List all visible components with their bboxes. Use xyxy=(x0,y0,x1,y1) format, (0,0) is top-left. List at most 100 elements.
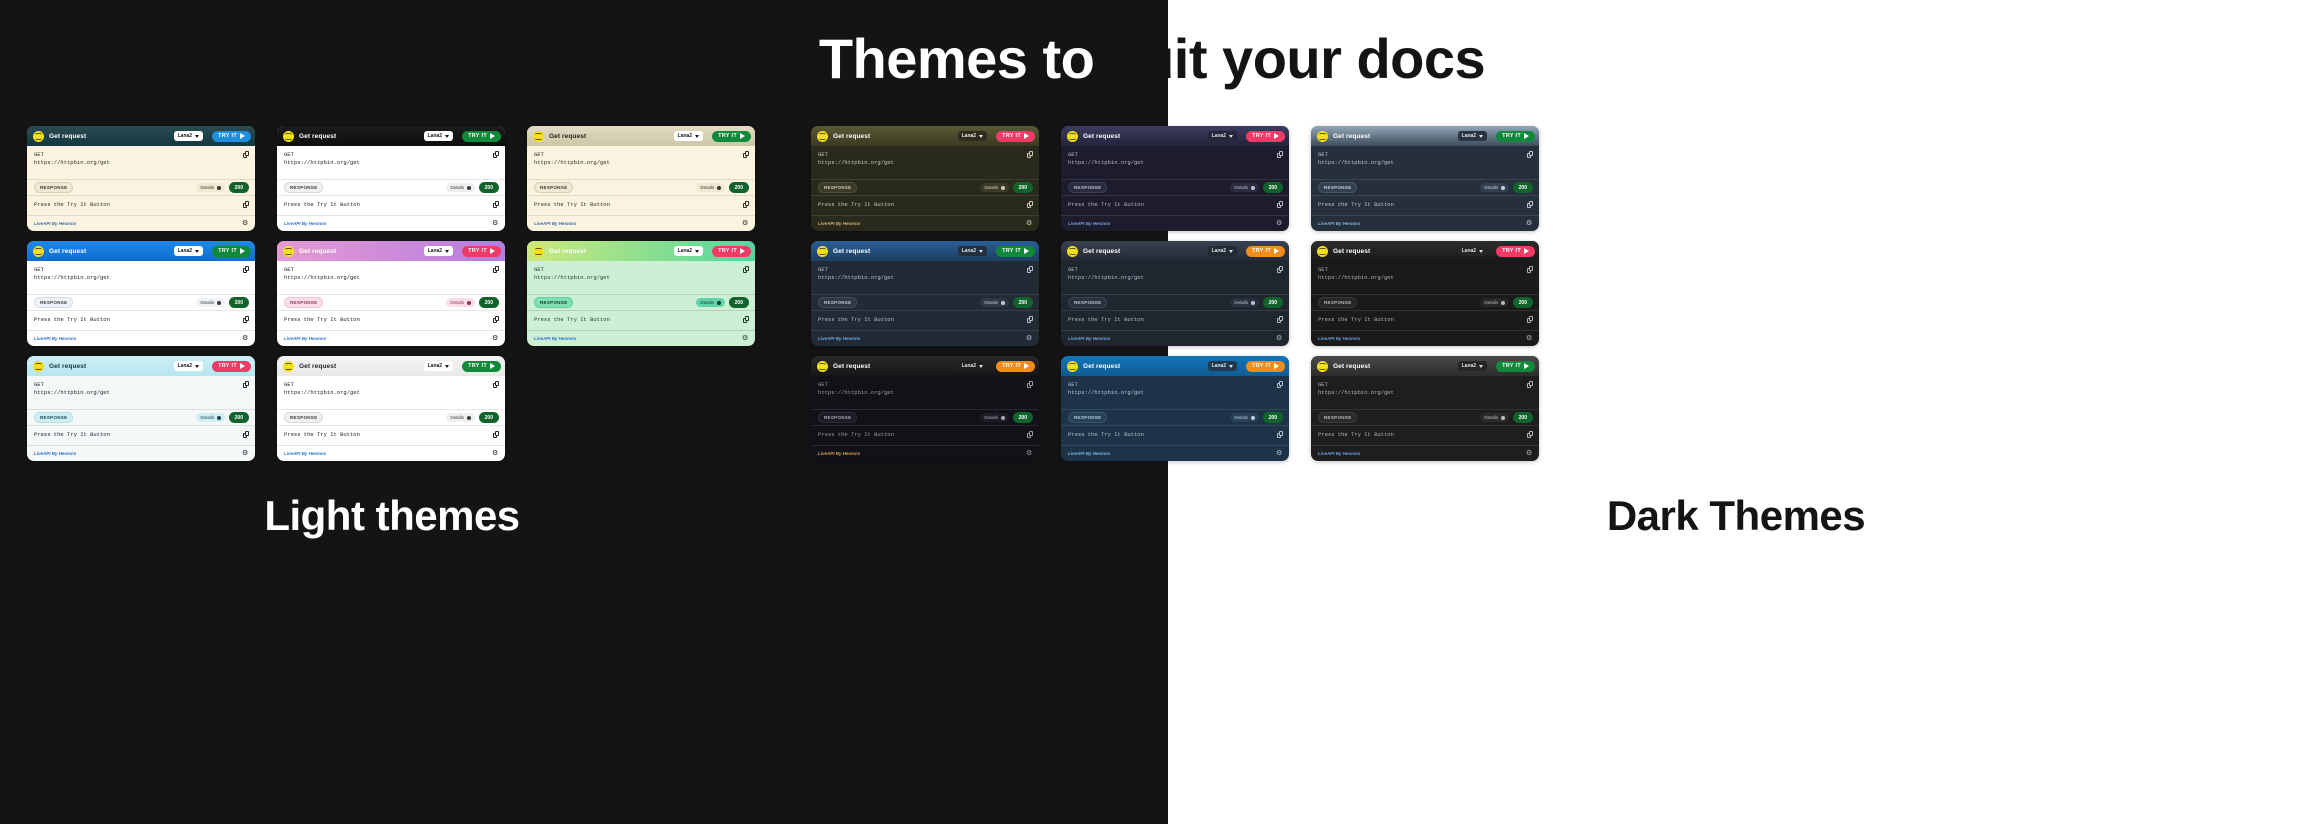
gear-icon[interactable]: ⚙ xyxy=(1526,335,1533,342)
copy-icon[interactable] xyxy=(1027,316,1033,323)
copy-icon[interactable] xyxy=(1027,201,1033,208)
details-button[interactable]: Details xyxy=(446,183,475,192)
copy-icon[interactable] xyxy=(243,266,249,273)
api-theme-card[interactable]: Get request Lana2 TRY IT GET https://httpbin… xyxy=(1311,126,1539,231)
footer-link[interactable]: LiveAPI By Hexmos xyxy=(818,221,860,226)
try-it-button[interactable]: TRY IT xyxy=(212,130,251,142)
copy-icon[interactable] xyxy=(743,201,749,208)
copy-icon[interactable] xyxy=(743,316,749,323)
api-theme-card[interactable]: Get request Lana2 TRY IT GET https://httpbin… xyxy=(527,126,755,231)
copy-icon[interactable] xyxy=(743,266,749,273)
footer-link[interactable]: LiveAPI By Hexmos xyxy=(284,451,326,456)
details-button[interactable]: Details xyxy=(1480,183,1509,192)
api-theme-card[interactable]: Get request Lana2 TRY IT GET https://httpbin… xyxy=(527,241,755,346)
copy-icon[interactable] xyxy=(1527,381,1533,388)
api-theme-card[interactable]: Get request Lana2 TRY IT GET https://httpbin… xyxy=(27,241,255,346)
api-theme-card[interactable]: Get request Lana2 TRY IT GET https://httpbin… xyxy=(27,126,255,231)
details-button[interactable]: Details xyxy=(696,298,725,307)
footer-link[interactable]: LiveAPI By Hexmos xyxy=(284,336,326,341)
language-selector[interactable]: Lana2 xyxy=(1457,131,1488,141)
footer-link[interactable]: LiveAPI By Hexmos xyxy=(1068,451,1110,456)
details-button[interactable]: Details xyxy=(446,413,475,422)
copy-icon[interactable] xyxy=(1527,201,1533,208)
language-selector[interactable]: Lana2 xyxy=(423,246,454,256)
details-button[interactable]: Details xyxy=(1230,298,1259,307)
try-it-button[interactable]: TRY IT xyxy=(212,245,251,257)
api-theme-card[interactable]: Get request Lana2 TRY IT GET https://httpbin… xyxy=(811,241,1039,346)
copy-icon[interactable] xyxy=(493,431,499,438)
footer-link[interactable]: LiveAPI By Hexmos xyxy=(818,451,860,456)
gear-icon[interactable]: ⚙ xyxy=(242,220,249,227)
footer-link[interactable]: LiveAPI By Hexmos xyxy=(818,336,860,341)
try-it-button[interactable]: TRY IT xyxy=(1496,130,1535,142)
details-button[interactable]: Details xyxy=(196,183,225,192)
copy-icon[interactable] xyxy=(243,381,249,388)
api-theme-card[interactable]: Get request Lana2 TRY IT GET https://httpbin… xyxy=(27,356,255,461)
language-selector[interactable]: Lana2 xyxy=(423,131,454,141)
language-selector[interactable]: Lana2 xyxy=(957,361,988,371)
footer-link[interactable]: LiveAPI By Hexmos xyxy=(34,221,76,226)
copy-icon[interactable] xyxy=(1527,431,1533,438)
gear-icon[interactable]: ⚙ xyxy=(242,335,249,342)
footer-link[interactable]: LiveAPI By Hexmos xyxy=(534,221,576,226)
copy-icon[interactable] xyxy=(1277,201,1283,208)
details-button[interactable]: Details xyxy=(980,413,1009,422)
details-button[interactable]: Details xyxy=(196,413,225,422)
try-it-button[interactable]: TRY IT xyxy=(212,360,251,372)
gear-icon[interactable]: ⚙ xyxy=(1526,450,1533,457)
footer-link[interactable]: LiveAPI By Hexmos xyxy=(1318,336,1360,341)
copy-icon[interactable] xyxy=(1027,266,1033,273)
footer-link[interactable]: LiveAPI By Hexmos xyxy=(1318,221,1360,226)
try-it-button[interactable]: TRY IT xyxy=(996,130,1035,142)
footer-link[interactable]: LiveAPI By Hexmos xyxy=(34,336,76,341)
api-theme-card[interactable]: Get request Lana2 TRY IT GET https://httpbin… xyxy=(811,126,1039,231)
language-selector[interactable]: Lana2 xyxy=(173,131,204,141)
gear-icon[interactable]: ⚙ xyxy=(1276,450,1283,457)
details-button[interactable]: Details xyxy=(446,298,475,307)
copy-icon[interactable] xyxy=(243,431,249,438)
language-selector[interactable]: Lana2 xyxy=(173,246,204,256)
gear-icon[interactable]: ⚙ xyxy=(742,220,749,227)
try-it-button[interactable]: TRY IT xyxy=(1246,360,1285,372)
try-it-button[interactable]: TRY IT xyxy=(712,130,751,142)
copy-icon[interactable] xyxy=(1527,266,1533,273)
gear-icon[interactable]: ⚙ xyxy=(1026,335,1033,342)
details-button[interactable]: Details xyxy=(1480,298,1509,307)
api-theme-card[interactable]: Get request Lana2 TRY IT GET https://httpbin… xyxy=(277,241,505,346)
copy-icon[interactable] xyxy=(1027,431,1033,438)
gear-icon[interactable]: ⚙ xyxy=(1526,220,1533,227)
try-it-button[interactable]: TRY IT xyxy=(462,245,501,257)
try-it-button[interactable]: TRY IT xyxy=(1496,245,1535,257)
copy-icon[interactable] xyxy=(1277,431,1283,438)
language-selector[interactable]: Lana2 xyxy=(1207,131,1238,141)
api-theme-card[interactable]: Get request Lana2 TRY IT GET https://httpbin… xyxy=(1061,356,1289,461)
gear-icon[interactable]: ⚙ xyxy=(1276,335,1283,342)
copy-icon[interactable] xyxy=(493,151,499,158)
copy-icon[interactable] xyxy=(243,201,249,208)
copy-icon[interactable] xyxy=(1527,151,1533,158)
gear-icon[interactable]: ⚙ xyxy=(1026,220,1033,227)
gear-icon[interactable]: ⚙ xyxy=(492,335,499,342)
copy-icon[interactable] xyxy=(1027,151,1033,158)
api-theme-card[interactable]: Get request Lana2 TRY IT GET https://httpbin… xyxy=(1311,356,1539,461)
api-theme-card[interactable]: Get request Lana2 TRY IT GET https://httpbin… xyxy=(277,356,505,461)
try-it-button[interactable]: TRY IT xyxy=(712,245,751,257)
language-selector[interactable]: Lana2 xyxy=(1457,361,1488,371)
api-theme-card[interactable]: Get request Lana2 TRY IT GET https://httpbin… xyxy=(277,126,505,231)
language-selector[interactable]: Lana2 xyxy=(673,246,704,256)
gear-icon[interactable]: ⚙ xyxy=(492,220,499,227)
try-it-button[interactable]: TRY IT xyxy=(462,130,501,142)
details-button[interactable]: Details xyxy=(980,183,1009,192)
copy-icon[interactable] xyxy=(243,316,249,323)
api-theme-card[interactable]: Get request Lana2 TRY IT GET https://httpbin… xyxy=(1061,126,1289,231)
copy-icon[interactable] xyxy=(1277,266,1283,273)
gear-icon[interactable]: ⚙ xyxy=(1276,220,1283,227)
language-selector[interactable]: Lana2 xyxy=(1207,246,1238,256)
copy-icon[interactable] xyxy=(1277,316,1283,323)
language-selector[interactable]: Lana2 xyxy=(1207,361,1238,371)
copy-icon[interactable] xyxy=(1527,316,1533,323)
gear-icon[interactable]: ⚙ xyxy=(242,450,249,457)
language-selector[interactable]: Lana2 xyxy=(1457,246,1488,256)
gear-icon[interactable]: ⚙ xyxy=(1026,450,1033,457)
gear-icon[interactable]: ⚙ xyxy=(492,450,499,457)
